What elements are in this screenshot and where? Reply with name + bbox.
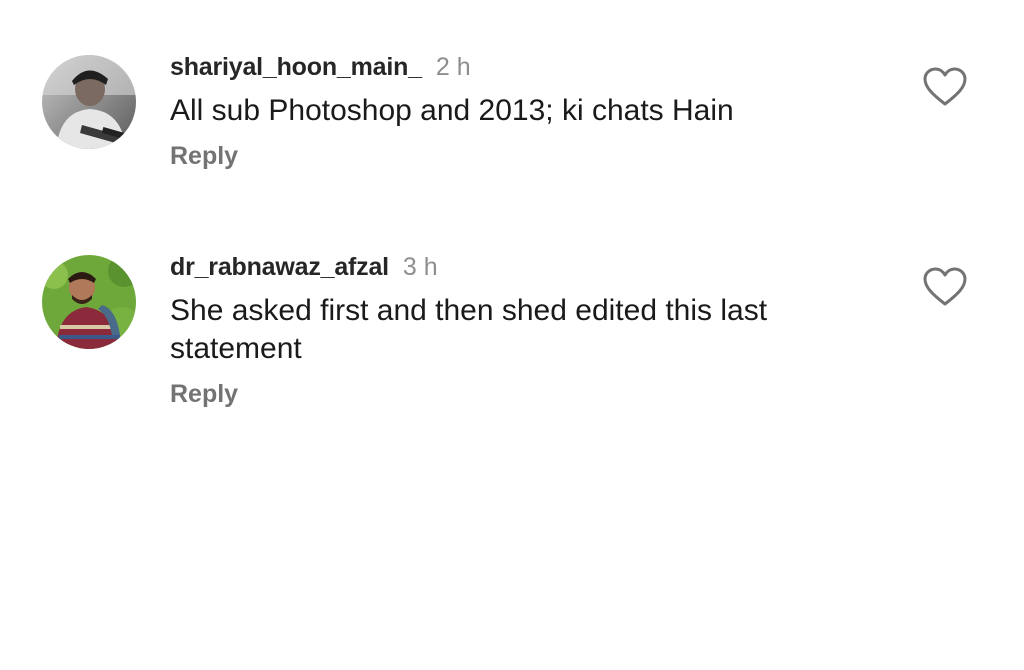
user-avatar-icon	[42, 55, 136, 149]
heart-outline-icon	[923, 267, 967, 306]
like-button[interactable]	[922, 66, 968, 108]
avatar[interactable]	[42, 255, 136, 349]
comment-body: dr_rabnawaz_afzal 3 h She asked first and…	[170, 252, 870, 409]
user-avatar-icon	[42, 255, 136, 349]
comment-meta: dr_rabnawaz_afzal 3 h	[170, 252, 870, 282]
comment-text: She asked first and then shed edited thi…	[170, 294, 768, 365]
reply-button[interactable]: Reply	[170, 380, 870, 409]
comment-meta: shariyal_hoon_main_ 2 h	[170, 52, 870, 82]
comment-body: shariyal_hoon_main_ 2 h All sub Photoshop…	[170, 52, 870, 171]
heart-outline-icon	[923, 67, 967, 106]
username[interactable]: shariyal_hoon_main_	[170, 53, 422, 81]
like-button[interactable]	[922, 266, 968, 308]
timestamp: 3 h	[402, 253, 438, 281]
reply-button[interactable]: Reply	[170, 142, 870, 171]
comment-text: All sub Photoshop and 2013; ki chats Hai…	[170, 94, 734, 127]
avatar[interactable]	[42, 55, 136, 149]
timestamp: 2 h	[435, 53, 471, 81]
username[interactable]: dr_rabnawaz_afzal	[170, 253, 389, 281]
